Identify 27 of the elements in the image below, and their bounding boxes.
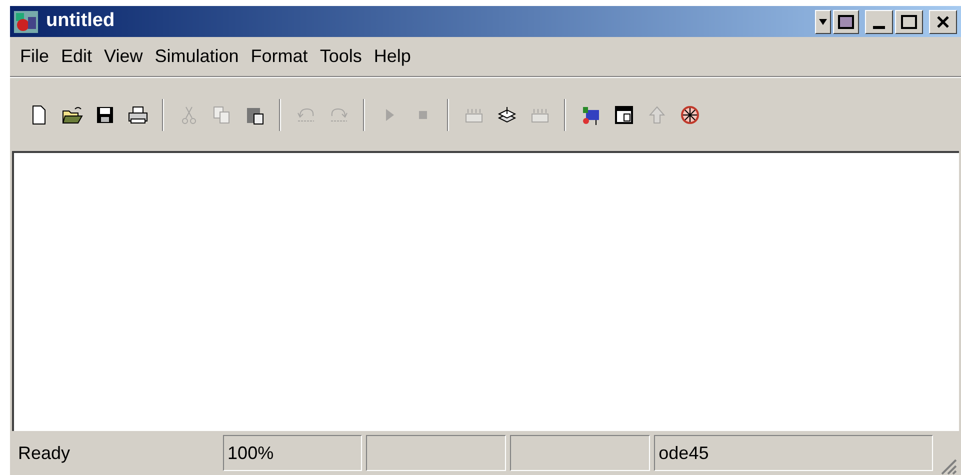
- pin-button[interactable]: [833, 10, 859, 34]
- menu-item[interactable]: Edit: [55, 43, 98, 70]
- maximize-button[interactable]: [895, 10, 923, 34]
- close-button[interactable]: [929, 10, 957, 34]
- copy-icon: [210, 104, 232, 126]
- menu-item[interactable]: Simulation: [148, 43, 245, 70]
- app-icon: [14, 10, 38, 32]
- close-icon: [936, 14, 950, 28]
- window-title: untitled: [46, 9, 115, 34]
- play-icon: [386, 108, 394, 120]
- maximize-icon: [901, 14, 917, 28]
- minimize-button[interactable]: [865, 10, 893, 34]
- printer-icon: [126, 104, 148, 126]
- caret-icon: [819, 18, 827, 24]
- menu-item[interactable]: Tools: [314, 43, 368, 70]
- status-pane: ode45: [654, 435, 934, 471]
- menu-item[interactable]: View: [98, 43, 149, 70]
- minimize-icon: [873, 26, 885, 28]
- menu-item[interactable]: Format: [244, 43, 314, 70]
- menu-button[interactable]: [815, 10, 831, 34]
- bug-icon: [678, 104, 700, 126]
- status-pane: 100%: [222, 435, 362, 471]
- window-icon: [612, 104, 634, 126]
- status-message: Ready: [17, 442, 72, 465]
- menu-item[interactable]: Help: [368, 43, 417, 70]
- menu-item[interactable]: File: [14, 43, 56, 70]
- checker-icon: [838, 14, 854, 28]
